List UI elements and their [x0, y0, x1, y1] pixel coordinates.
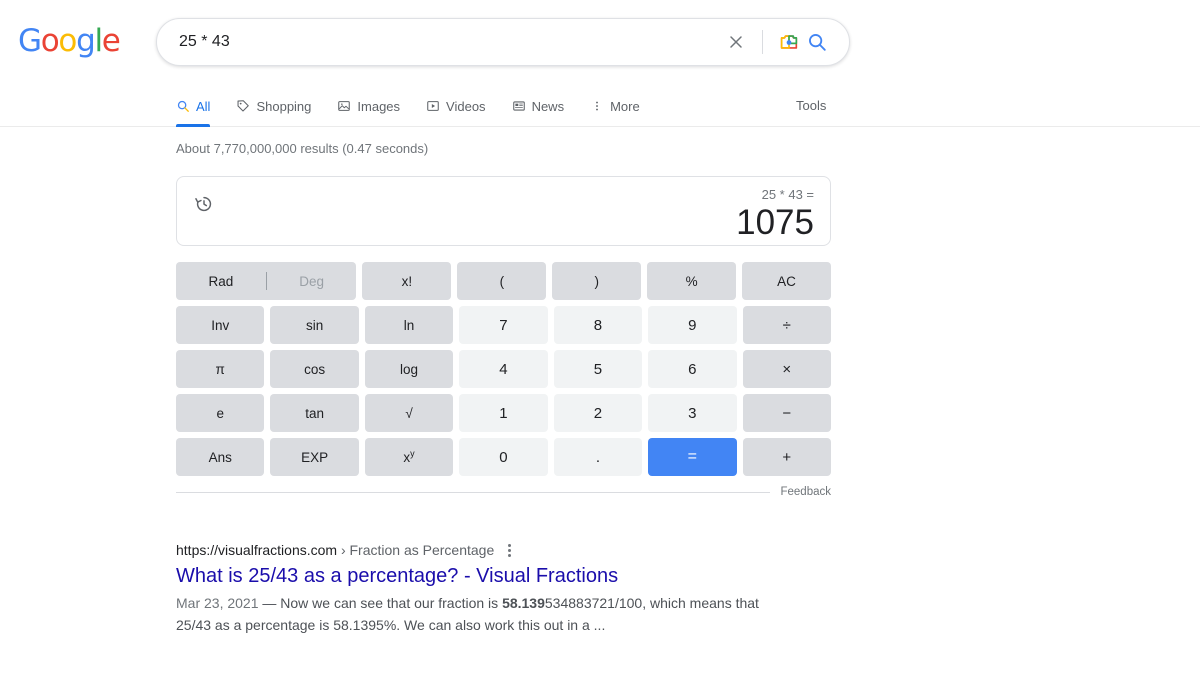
result-snippet-pre: — Now we can see that our fraction is	[258, 595, 503, 611]
key-log[interactable]: log	[364, 350, 454, 388]
result-url-breadcrumb: › Fraction as Percentage	[340, 542, 495, 558]
google-logo[interactable]: Google	[18, 25, 121, 57]
tab-more-label: More	[610, 98, 640, 114]
key-answer[interactable]: Ans	[176, 438, 265, 476]
search-bar[interactable]	[156, 18, 850, 66]
key-7[interactable]: 7	[459, 306, 548, 344]
search-input[interactable]	[157, 19, 722, 65]
key-1[interactable]: 1	[459, 394, 548, 432]
key-power-label: xy	[403, 448, 415, 465]
tab-shopping[interactable]: Shopping	[236, 84, 311, 126]
deg-mode-label[interactable]: Deg	[267, 274, 357, 289]
search-nav-bar: All Shopping Images Videos News More Too…	[0, 84, 1200, 127]
tab-images-label: Images	[357, 98, 401, 114]
feedback-row: Feedback	[176, 486, 831, 498]
key-4[interactable]: 4	[459, 350, 548, 388]
keypad-row: Rad Deg x! ( ) % AC	[176, 262, 831, 300]
tab-news-label: News	[531, 98, 565, 114]
nav-tabs: All Shopping Images Videos News More Too…	[176, 84, 1200, 127]
feedback-divider	[176, 491, 771, 493]
keypad-row: π cos log 4 5 6 ×	[176, 350, 831, 388]
key-power[interactable]: xy	[364, 438, 454, 476]
tab-news[interactable]: News	[512, 84, 565, 126]
key-sin[interactable]: sin	[270, 306, 359, 344]
key-inverse[interactable]: Inv	[176, 306, 265, 344]
result-snippet-bold: 58.139	[502, 595, 545, 611]
search-icon	[176, 99, 190, 113]
key-subtract[interactable]: −	[742, 394, 831, 432]
key-2[interactable]: 2	[553, 394, 643, 432]
search-submit-icon[interactable]	[803, 28, 831, 56]
tab-videos[interactable]: Videos	[426, 84, 486, 126]
calculator-expression: 25 * 43 =	[761, 187, 814, 202]
key-tan[interactable]: tan	[270, 394, 359, 432]
key-0[interactable]: 0	[459, 438, 548, 476]
rad-deg-toggle[interactable]: Rad Deg	[176, 262, 357, 300]
tab-images[interactable]: Images	[337, 84, 400, 126]
result-url-domain: https://visualfractions.com	[176, 542, 338, 558]
main-content: About 7,770,000,000 results (0.47 second…	[0, 127, 1200, 636]
result-snippet: Mar 23, 2021 — Now we can see that our f…	[176, 592, 776, 636]
key-6[interactable]: 6	[648, 350, 737, 388]
calculator-keypad: Rad Deg x! ( ) % AC Inv sin ln 7 8 9 ÷ π…	[176, 262, 831, 476]
more-vertical-icon	[590, 99, 604, 113]
key-5[interactable]: 5	[553, 350, 643, 388]
tab-videos-label: Videos	[446, 98, 486, 114]
key-ln[interactable]: ln	[364, 306, 454, 344]
key-sqrt[interactable]: √	[364, 394, 454, 432]
key-e[interactable]: e	[176, 394, 265, 432]
results-count: About 7,770,000,000 results (0.47 second…	[176, 141, 429, 156]
image-icon	[337, 99, 351, 113]
keypad-row: Inv sin ln 7 8 9 ÷	[176, 306, 831, 344]
video-icon	[426, 99, 440, 113]
page-header: Google	[0, 0, 1200, 84]
key-8[interactable]: 8	[553, 306, 643, 344]
result-url-row: https://visualfractions.com › Fraction a…	[176, 540, 836, 560]
tools-button[interactable]: Tools	[796, 98, 826, 113]
result-title-link[interactable]: What is 25/43 as a percentage? - Visual …	[176, 563, 836, 589]
tag-icon	[236, 99, 250, 113]
tab-all-label: All	[196, 98, 211, 114]
key-3[interactable]: 3	[648, 394, 737, 432]
key-add[interactable]: +	[742, 438, 831, 476]
news-icon	[512, 99, 526, 113]
key-exponent-exp[interactable]: EXP	[270, 438, 359, 476]
key-9[interactable]: 9	[648, 306, 737, 344]
calculator-output: 25 * 43 = 1075	[736, 187, 814, 243]
tab-more[interactable]: More	[590, 84, 640, 126]
key-multiply[interactable]: ×	[742, 350, 831, 388]
clear-search-icon[interactable]	[722, 28, 750, 56]
history-clock-icon[interactable]	[193, 193, 215, 220]
calculator-widget: 25 * 43 = 1075 Rad Deg x! ( ) % AC Inv s…	[176, 176, 831, 498]
key-factorial[interactable]: x!	[362, 262, 452, 300]
calculator-display: 25 * 43 = 1075	[176, 176, 831, 246]
key-all-clear[interactable]: AC	[742, 262, 831, 300]
key-pi[interactable]: π	[176, 350, 265, 388]
search-bar-icons	[722, 28, 849, 56]
tab-all[interactable]: All	[176, 84, 211, 127]
result-options-menu-icon[interactable]	[504, 542, 515, 559]
feedback-link[interactable]: Feedback	[780, 486, 831, 498]
key-decimal-point[interactable]: .	[553, 438, 643, 476]
calculator-answer: 1075	[736, 203, 814, 242]
keypad-row: Ans EXP xy 0 . = +	[176, 438, 831, 476]
rad-mode-label[interactable]: Rad	[176, 274, 266, 289]
key-open-paren[interactable]: (	[457, 262, 547, 300]
key-equals[interactable]: =	[648, 438, 737, 476]
tab-shopping-label: Shopping	[256, 98, 312, 114]
google-lens-icon[interactable]	[775, 28, 803, 56]
search-bar-divider	[762, 30, 763, 54]
key-cos[interactable]: cos	[270, 350, 359, 388]
search-result: https://visualfractions.com › Fraction a…	[176, 540, 836, 636]
key-divide[interactable]: ÷	[742, 306, 831, 344]
result-date: Mar 23, 2021	[176, 595, 259, 611]
key-close-paren[interactable]: )	[552, 262, 642, 300]
result-url[interactable]: https://visualfractions.com › Fraction a…	[176, 540, 494, 560]
keypad-row: e tan √ 1 2 3 −	[176, 394, 831, 432]
key-percent[interactable]: %	[647, 262, 737, 300]
